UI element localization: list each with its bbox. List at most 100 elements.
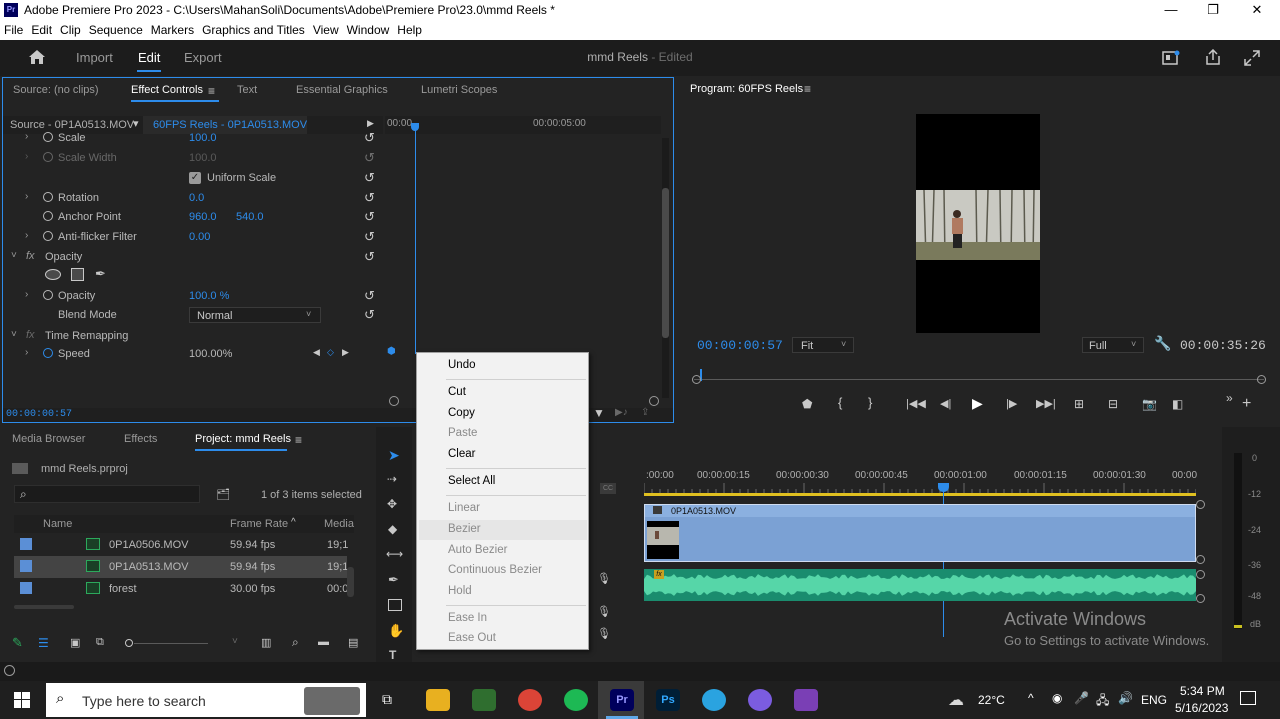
microphone-icon[interactable]: 🎤 bbox=[1074, 691, 1089, 705]
collapse-chevron-icon[interactable]: ˅ bbox=[11, 329, 17, 340]
type-tool-icon[interactable]: T bbox=[389, 648, 396, 662]
next-keyframe-icon[interactable]: ▶ bbox=[342, 347, 349, 358]
uniform-scale-checkbox[interactable]: ✓ bbox=[189, 172, 201, 184]
program-timecode[interactable]: 00:00:00:57 bbox=[697, 338, 783, 353]
stopwatch-icon[interactable] bbox=[43, 348, 53, 358]
expand-chevron-icon[interactable]: › bbox=[25, 347, 28, 358]
wrench-icon[interactable]: 🔧 bbox=[1154, 335, 1171, 352]
stopwatch-icon[interactable] bbox=[43, 231, 53, 241]
stopwatch-icon[interactable] bbox=[43, 290, 53, 300]
effect-playhead-handle[interactable] bbox=[411, 123, 419, 131]
windows-start-icon[interactable] bbox=[14, 692, 30, 708]
fx-badge[interactable]: fx bbox=[26, 250, 35, 262]
menu-item-paste[interactable]: Paste bbox=[448, 427, 477, 439]
slip-tool-icon[interactable]: ⟷ bbox=[386, 547, 403, 561]
pencil-icon[interactable]: ✎ bbox=[12, 635, 23, 651]
effect-playhead[interactable] bbox=[415, 124, 416, 354]
play-button[interactable]: ▶ bbox=[972, 395, 983, 412]
sort-icon[interactable]: ˅ bbox=[232, 636, 238, 647]
spotify-icon[interactable] bbox=[564, 689, 588, 711]
filter-icon[interactable]: ▼ bbox=[593, 406, 605, 420]
panel-menu-icon[interactable]: ≡ bbox=[804, 82, 811, 96]
minimize-button[interactable]: — bbox=[1148, 0, 1194, 21]
column-frame-rate[interactable]: Frame Rate bbox=[230, 518, 288, 530]
list-view-icon[interactable]: ☰ bbox=[38, 636, 49, 650]
hand-tool-icon[interactable]: ✋ bbox=[388, 623, 404, 639]
reset-icon[interactable]: ↺ bbox=[364, 229, 375, 245]
new-item-icon[interactable]: ▤ bbox=[348, 636, 358, 649]
nvidia-icon[interactable] bbox=[472, 689, 496, 711]
photoshop-taskbar-icon[interactable]: Ps bbox=[656, 689, 680, 711]
tab-media-browser[interactable]: Media Browser bbox=[12, 433, 85, 445]
add-keyframe-icon[interactable]: ◇ bbox=[327, 347, 334, 358]
zoom-handle-left[interactable] bbox=[389, 396, 399, 406]
tab-source[interactable]: Source: (no clips) bbox=[13, 84, 99, 96]
menu-item-cut[interactable]: Cut bbox=[448, 386, 466, 398]
premiere-taskbar-icon[interactable]: Pr bbox=[610, 689, 634, 711]
stopwatch-icon[interactable] bbox=[43, 211, 53, 221]
step-forward-icon[interactable]: |▶ bbox=[1006, 397, 1017, 410]
track-resize-handle[interactable] bbox=[1196, 570, 1205, 579]
menu-item-ease-out[interactable]: Ease Out bbox=[448, 632, 496, 644]
menu-item-ease-in[interactable]: Ease In bbox=[448, 612, 487, 624]
fit-select[interactable]: Fit ˅ bbox=[792, 337, 854, 353]
export-frame-icon[interactable]: ⇪ bbox=[641, 407, 649, 418]
voice-over-record-icon[interactable]: 🎙 bbox=[597, 627, 611, 640]
tab-export[interactable]: Export bbox=[184, 50, 222, 65]
tab-import[interactable]: Import bbox=[76, 50, 113, 65]
play-only-audio-icon[interactable]: ▶♪ bbox=[615, 407, 628, 418]
new-search-bin-icon[interactable]: 🗂 bbox=[216, 488, 230, 501]
share-icon[interactable] bbox=[1204, 49, 1222, 66]
menu-item-copy[interactable]: Copy bbox=[448, 407, 475, 419]
step-back-icon[interactable]: ◀| bbox=[940, 397, 951, 410]
scrub-start-handle[interactable] bbox=[692, 375, 701, 384]
icon-view-icon[interactable]: ▣ bbox=[70, 636, 80, 649]
label-color-swatch[interactable] bbox=[20, 538, 32, 550]
menu-item-hold[interactable]: Hold bbox=[448, 585, 472, 597]
table-row[interactable]: forest 30.00 fps 00:0 bbox=[14, 578, 348, 600]
tab-project[interactable]: Project: mmd Reels bbox=[195, 433, 291, 445]
menu-window[interactable]: Window bbox=[343, 21, 394, 37]
menu-item-clear[interactable]: Clear bbox=[448, 448, 475, 460]
ellipse-mask-icon[interactable] bbox=[45, 269, 61, 280]
stopwatch-icon[interactable] bbox=[43, 192, 53, 202]
temperature[interactable]: 22°C bbox=[978, 693, 1005, 707]
status-indicator-icon[interactable] bbox=[4, 665, 15, 676]
menu-view[interactable]: View bbox=[309, 21, 343, 37]
vertical-scrollbar[interactable] bbox=[347, 567, 354, 597]
discord-icon[interactable] bbox=[748, 689, 772, 711]
scrub-end-handle[interactable] bbox=[1257, 375, 1266, 384]
effect-timeline-ruler[interactable]: 00:00 00:00:05:00 bbox=[385, 116, 661, 134]
tab-text[interactable]: Text bbox=[237, 84, 257, 96]
menu-edit[interactable]: Edit bbox=[27, 21, 56, 37]
stopwatch-icon[interactable] bbox=[43, 132, 53, 142]
pen-tool-icon[interactable]: ✒ bbox=[388, 572, 399, 588]
quick-export-icon[interactable] bbox=[1162, 50, 1180, 66]
razor-tool-icon[interactable]: ◆ bbox=[388, 522, 397, 536]
track-resize-handle[interactable] bbox=[1196, 500, 1205, 509]
zoom-slider[interactable] bbox=[134, 643, 208, 644]
menu-help[interactable]: Help bbox=[393, 21, 426, 37]
anchor-y-value[interactable]: 540.0 bbox=[236, 211, 264, 223]
freeform-view-icon[interactable]: ⧉ bbox=[96, 636, 104, 649]
restore-button[interactable]: ❐ bbox=[1190, 0, 1236, 21]
label-color-swatch[interactable] bbox=[20, 560, 32, 572]
menu-item-bezier[interactable]: Bezier bbox=[448, 523, 481, 535]
rectangle-mask-icon[interactable] bbox=[71, 268, 84, 281]
audio-clip[interactable]: fx bbox=[644, 569, 1196, 601]
scrollbar-thumb[interactable] bbox=[662, 188, 669, 338]
video-frame[interactable] bbox=[916, 114, 1040, 333]
column-media[interactable]: Media bbox=[324, 518, 354, 530]
insert-icon[interactable]: ⊞ bbox=[1074, 397, 1084, 411]
automate-to-sequence-icon[interactable]: ▥ bbox=[261, 636, 271, 649]
track-resize-handle[interactable] bbox=[1196, 594, 1205, 603]
table-row-selected[interactable]: 0P1A0513.MOV 59.94 fps 19;1 bbox=[14, 556, 348, 578]
column-name[interactable]: Name bbox=[43, 518, 72, 530]
tab-effects[interactable]: Effects bbox=[124, 433, 157, 445]
menu-item-undo[interactable]: Undo bbox=[448, 359, 476, 371]
taskbar-search-box[interactable]: ⌕ Type here to search bbox=[46, 683, 366, 717]
expand-chevron-icon[interactable]: › bbox=[25, 131, 28, 142]
close-button[interactable]: ✕ bbox=[1234, 0, 1280, 21]
track-resize-handle[interactable] bbox=[1196, 555, 1205, 564]
tab-lumetri-scopes[interactable]: Lumetri Scopes bbox=[421, 84, 497, 96]
